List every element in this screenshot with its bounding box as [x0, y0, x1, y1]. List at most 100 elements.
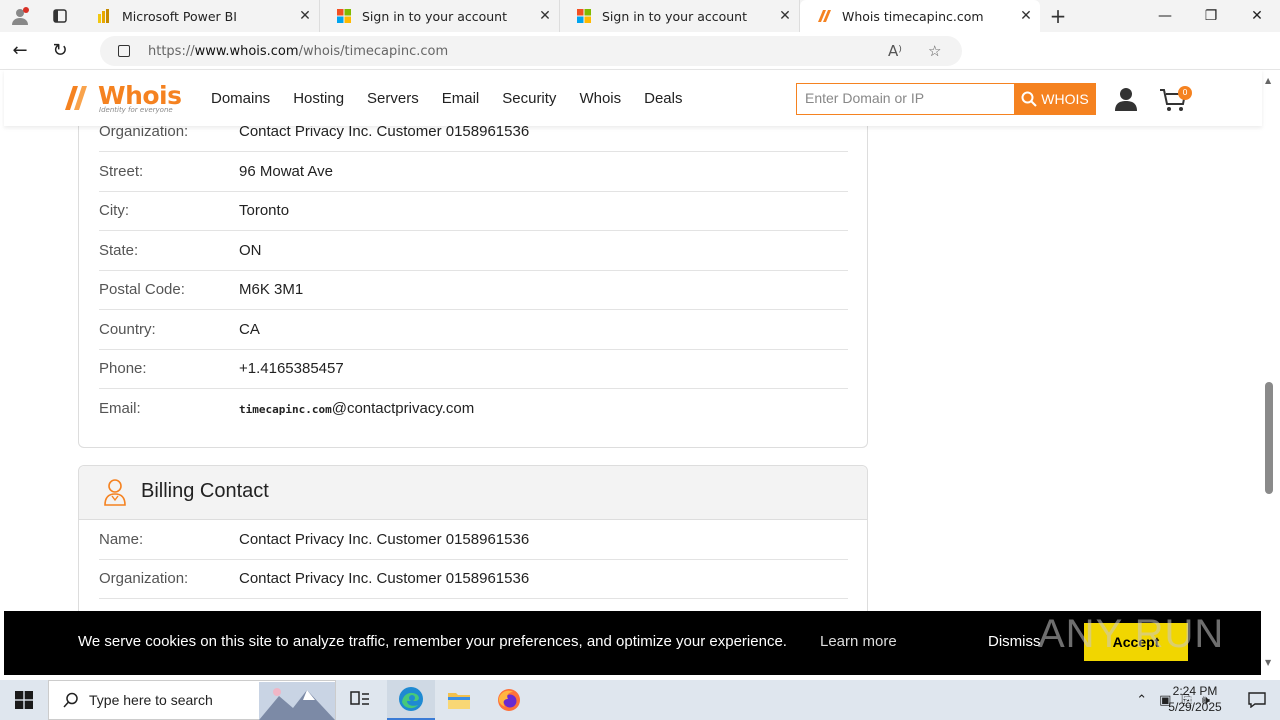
- whois-search-label: WHOIS: [1041, 91, 1089, 107]
- lock-icon: [118, 45, 130, 57]
- detail-value: Contact Privacy Inc. Customer 0158961536: [239, 126, 530, 140]
- taskbar-search-placeholder: Type here to search: [89, 692, 213, 708]
- detail-value: CA: [239, 321, 260, 338]
- search-highlight-image-icon: [259, 682, 335, 720]
- whois-search-button[interactable]: WHOIS: [1014, 83, 1096, 115]
- detail-label: Name:: [99, 531, 144, 548]
- notification-icon: [1248, 692, 1266, 708]
- task-view-button[interactable]: [336, 680, 384, 720]
- minimize-icon[interactable]: —: [1142, 0, 1188, 32]
- detail-label: State:: [99, 242, 139, 259]
- detail-label: Organization:: [99, 126, 189, 140]
- tab-sign-in-2[interactable]: Sign in to your account ✕: [560, 0, 800, 32]
- tab-title: Sign in to your account: [602, 8, 748, 24]
- email-value: timecapinc.com@contactprivacy.com: [239, 400, 474, 417]
- domain-search-input[interactable]: Enter Domain or IP: [796, 83, 1014, 115]
- tab-title: Sign in to your account: [362, 8, 508, 24]
- detail-row: Name: Contact Privacy Inc. Customer 0158…: [99, 520, 848, 560]
- whois-logo[interactable]: Whois Identity for everyone: [62, 80, 187, 116]
- microsoft-icon: [577, 9, 591, 23]
- read-aloud-icon[interactable]: A⁾: [888, 42, 902, 60]
- firefox-button[interactable]: [485, 680, 533, 720]
- url-host: www.whois.com: [194, 43, 299, 59]
- notifications-button[interactable]: [1234, 680, 1280, 720]
- scroll-up-icon[interactable]: ▲: [1265, 76, 1271, 85]
- detail-value: Contact Privacy Inc. Customer 0158961536: [239, 531, 530, 548]
- restore-icon[interactable]: ❐: [1188, 0, 1234, 32]
- detail-label: Country:: [99, 321, 156, 338]
- whois-logo-mark-icon: [65, 86, 87, 110]
- close-tab-icon[interactable]: ✕: [1012, 8, 1040, 24]
- billing-contact-title: Billing Contact: [141, 480, 269, 502]
- detail-row: Postal Code: M6K 3M1: [99, 270, 848, 310]
- dismiss-button[interactable]: Dismiss: [988, 633, 1041, 650]
- nav-deals[interactable]: Deals: [644, 90, 682, 107]
- learn-more-link[interactable]: Learn more: [820, 633, 897, 650]
- task-view-icon: [350, 691, 369, 705]
- detail-label: Organization:: [99, 570, 189, 587]
- profile-button[interactable]: [0, 0, 40, 32]
- detail-row: State: ON: [99, 231, 848, 271]
- cookie-message: We serve cookies on this site to analyze…: [78, 633, 787, 650]
- whois-icon: [818, 10, 831, 22]
- close-tab-icon[interactable]: ✕: [291, 8, 319, 24]
- microsoft-icon: [337, 9, 351, 23]
- taskbar-clock[interactable]: 2:24 PM 5/29/2025: [1160, 683, 1230, 715]
- refresh-button[interactable]: ↻: [40, 32, 80, 70]
- nav-security[interactable]: Security: [502, 90, 556, 107]
- back-button[interactable]: ←: [0, 32, 40, 70]
- new-tab-button[interactable]: +: [1040, 0, 1076, 32]
- account-icon[interactable]: [1114, 87, 1138, 111]
- firefox-icon: [498, 689, 520, 711]
- email-image-text: timecapinc.com: [239, 403, 332, 416]
- detail-row: Organization: Contact Privacy Inc. Custo…: [99, 126, 848, 152]
- edge-icon: [399, 687, 423, 711]
- detail-value: 96 Mowat Ave: [239, 163, 333, 180]
- taskbar-search[interactable]: Type here to search: [48, 680, 336, 720]
- clock-date: 5/29/2025: [1168, 700, 1222, 714]
- contact-person-icon: [104, 479, 126, 506]
- detail-label: Street:: [99, 163, 144, 180]
- plus-icon: +: [1049, 4, 1067, 28]
- refresh-icon: ↻: [52, 40, 68, 61]
- tab-sign-in-1[interactable]: Sign in to your account ✕: [320, 0, 560, 32]
- browser-tab-strip: Microsoft Power BI ✕ Sign in to your acc…: [0, 0, 1280, 32]
- billing-contact-header: Billing Contact: [79, 466, 867, 520]
- nav-servers[interactable]: Servers: [367, 90, 419, 107]
- close-tab-icon[interactable]: ✕: [531, 8, 559, 24]
- domain-search: Enter Domain or IP WHOIS: [796, 83, 1096, 115]
- file-explorer-button[interactable]: [435, 680, 483, 720]
- tab-whois[interactable]: Whois timecapinc.com ✕: [800, 0, 1040, 32]
- start-button[interactable]: [0, 680, 48, 720]
- detail-label: Phone:: [99, 360, 147, 377]
- search-icon: [1021, 91, 1037, 107]
- profile-icon: [12, 7, 29, 25]
- tab-title: Microsoft Power BI: [122, 8, 237, 24]
- show-hidden-icons-icon[interactable]: ⌃: [1136, 693, 1147, 708]
- detail-row: Country: CA: [99, 310, 848, 350]
- scroll-down-icon[interactable]: ▼: [1265, 658, 1271, 667]
- nav-email[interactable]: Email: [442, 90, 480, 107]
- main-nav: Domains Hosting Servers Email Security W…: [211, 70, 705, 126]
- search-icon: [63, 692, 78, 708]
- favorite-star-icon[interactable]: ☆: [928, 42, 941, 60]
- tab-power-bi[interactable]: Microsoft Power BI ✕: [80, 0, 320, 32]
- power-bi-icon: [98, 9, 109, 23]
- detail-value: Toronto: [239, 202, 290, 219]
- close-window-icon[interactable]: ✕: [1234, 0, 1280, 32]
- nav-domains[interactable]: Domains: [211, 90, 270, 107]
- edge-taskbar-button[interactable]: [387, 680, 435, 720]
- nav-whois[interactable]: Whois: [579, 90, 621, 107]
- url-prefix: https://: [148, 43, 195, 59]
- tab-actions-button[interactable]: [40, 0, 80, 32]
- tab-title: Whois timecapinc.com: [842, 8, 984, 24]
- detail-label: Postal Code:: [99, 281, 185, 298]
- registrant-contact-card: Organization: Contact Privacy Inc. Custo…: [78, 126, 868, 448]
- detail-value: +1.4165385457: [239, 360, 344, 377]
- close-tab-icon[interactable]: ✕: [771, 8, 799, 24]
- url-field[interactable]: https:// www.whois.com /whois/timecapinc…: [100, 36, 962, 66]
- scrollbar-thumb[interactable]: [1265, 382, 1273, 494]
- page-scrollbar[interactable]: ▲ ▼: [1262, 70, 1280, 672]
- window-controls: — ❐ ✕: [1142, 0, 1280, 32]
- nav-hosting[interactable]: Hosting: [293, 90, 344, 107]
